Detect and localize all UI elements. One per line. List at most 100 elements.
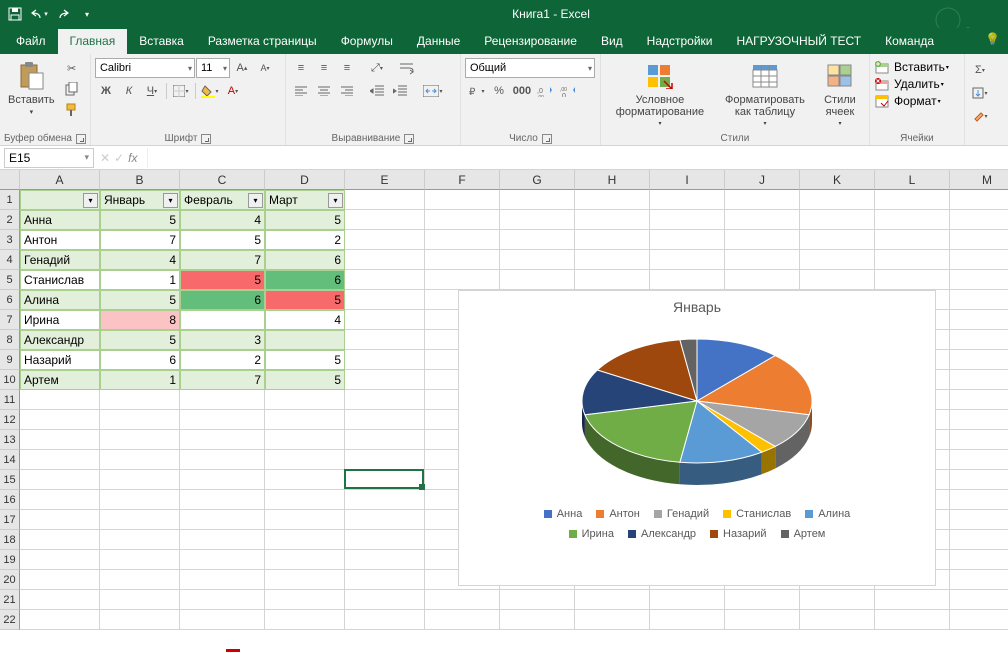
table-cell-name[interactable]: Анна: [20, 210, 100, 230]
cell[interactable]: [345, 190, 425, 210]
col-header-I[interactable]: I: [650, 170, 725, 190]
redo-icon[interactable]: [52, 3, 74, 25]
cell[interactable]: [725, 230, 800, 250]
cell[interactable]: [180, 410, 265, 430]
table-cell-name[interactable]: Ирина: [20, 310, 100, 330]
cell[interactable]: [100, 490, 180, 510]
decrease-decimal-icon[interactable]: ,00,0: [557, 81, 579, 101]
cell[interactable]: [265, 530, 345, 550]
cell[interactable]: [950, 470, 1008, 490]
cell[interactable]: [345, 610, 425, 630]
clipboard-launcher-icon[interactable]: [76, 134, 86, 144]
col-header-H[interactable]: H: [575, 170, 650, 190]
italic-icon[interactable]: К: [118, 81, 140, 101]
format-cells-button[interactable]: Формат ▾: [874, 94, 941, 108]
cell[interactable]: [950, 330, 1008, 350]
cell[interactable]: [425, 590, 500, 610]
cell[interactable]: [100, 430, 180, 450]
cell[interactable]: [180, 550, 265, 570]
undo-icon[interactable]: ▾: [28, 3, 50, 25]
col-header-B[interactable]: B: [100, 170, 180, 190]
fill-color-icon[interactable]: ▾: [199, 81, 221, 101]
tell-me-icon[interactable]: 💡: [985, 32, 1000, 46]
cell[interactable]: [950, 290, 1008, 310]
cell[interactable]: [345, 290, 425, 310]
table-cell-value[interactable]: [180, 310, 265, 330]
cell[interactable]: [725, 250, 800, 270]
table-cell-value[interactable]: 2: [265, 230, 345, 250]
filter-icon[interactable]: ▾: [248, 193, 263, 208]
cell[interactable]: [345, 270, 425, 290]
tab-home[interactable]: Главная: [58, 29, 128, 54]
tab-formulas[interactable]: Формулы: [329, 29, 405, 54]
cell[interactable]: [20, 450, 100, 470]
cell[interactable]: [575, 250, 650, 270]
cell[interactable]: [20, 610, 100, 630]
table-cell-name[interactable]: Алина: [20, 290, 100, 310]
cell[interactable]: [180, 390, 265, 410]
cell[interactable]: [100, 510, 180, 530]
table-header[interactable]: Январь▾: [100, 190, 180, 210]
cell[interactable]: [345, 250, 425, 270]
row-header-4[interactable]: 4: [0, 250, 20, 270]
cell[interactable]: [950, 350, 1008, 370]
cell[interactable]: [575, 230, 650, 250]
underline-icon[interactable]: Ч▾: [141, 81, 163, 101]
table-header[interactable]: Февраль▾: [180, 190, 265, 210]
decrease-font-icon[interactable]: A▾: [254, 58, 276, 78]
table-cell-value[interactable]: 5: [265, 210, 345, 230]
table-cell-value[interactable]: 2: [180, 350, 265, 370]
col-header-M[interactable]: M: [950, 170, 1008, 190]
cell[interactable]: [20, 410, 100, 430]
cell[interactable]: [575, 210, 650, 230]
row-header-1[interactable]: 1: [0, 190, 20, 210]
cell[interactable]: [950, 430, 1008, 450]
tab-data[interactable]: Данные: [405, 29, 472, 54]
cell[interactable]: [875, 590, 950, 610]
row-header-11[interactable]: 11: [0, 390, 20, 410]
table-cell-name[interactable]: Артем: [20, 370, 100, 390]
select-all-corner[interactable]: [0, 170, 20, 190]
row-header-18[interactable]: 18: [0, 530, 20, 550]
cell[interactable]: [500, 190, 575, 210]
cell[interactable]: [425, 230, 500, 250]
cell[interactable]: [180, 490, 265, 510]
cell[interactable]: [725, 190, 800, 210]
row-header-2[interactable]: 2: [0, 210, 20, 230]
cell[interactable]: [265, 510, 345, 530]
tab-review[interactable]: Рецензирование: [472, 29, 589, 54]
cell[interactable]: [345, 370, 425, 390]
cell[interactable]: [425, 610, 500, 630]
filter-icon[interactable]: ▾: [83, 193, 98, 208]
cell[interactable]: [345, 430, 425, 450]
cell[interactable]: [180, 450, 265, 470]
orientation-icon[interactable]: ⤢▾: [366, 58, 388, 78]
cell[interactable]: [875, 230, 950, 250]
cell[interactable]: [20, 510, 100, 530]
cell[interactable]: [950, 230, 1008, 250]
cell[interactable]: [950, 510, 1008, 530]
row-header-9[interactable]: 9: [0, 350, 20, 370]
cell[interactable]: [800, 230, 875, 250]
cell[interactable]: [265, 430, 345, 450]
decrease-indent-icon[interactable]: [366, 81, 388, 101]
table-cell-value[interactable]: 8: [100, 310, 180, 330]
fx-icon[interactable]: fx: [128, 151, 137, 165]
cell[interactable]: [345, 310, 425, 330]
cell[interactable]: [950, 410, 1008, 430]
cell[interactable]: [345, 590, 425, 610]
cell[interactable]: [725, 590, 800, 610]
cell[interactable]: [800, 250, 875, 270]
clear-icon[interactable]: ▾: [969, 106, 991, 126]
row-header-21[interactable]: 21: [0, 590, 20, 610]
cell[interactable]: [100, 410, 180, 430]
cell[interactable]: [345, 550, 425, 570]
cell[interactable]: [425, 250, 500, 270]
cell[interactable]: [345, 450, 425, 470]
table-cell-name[interactable]: Генадий: [20, 250, 100, 270]
cell[interactable]: [425, 210, 500, 230]
table-cell-value[interactable]: 7: [100, 230, 180, 250]
cell[interactable]: [725, 270, 800, 290]
cell[interactable]: [650, 190, 725, 210]
borders-icon[interactable]: ▾: [170, 81, 192, 101]
